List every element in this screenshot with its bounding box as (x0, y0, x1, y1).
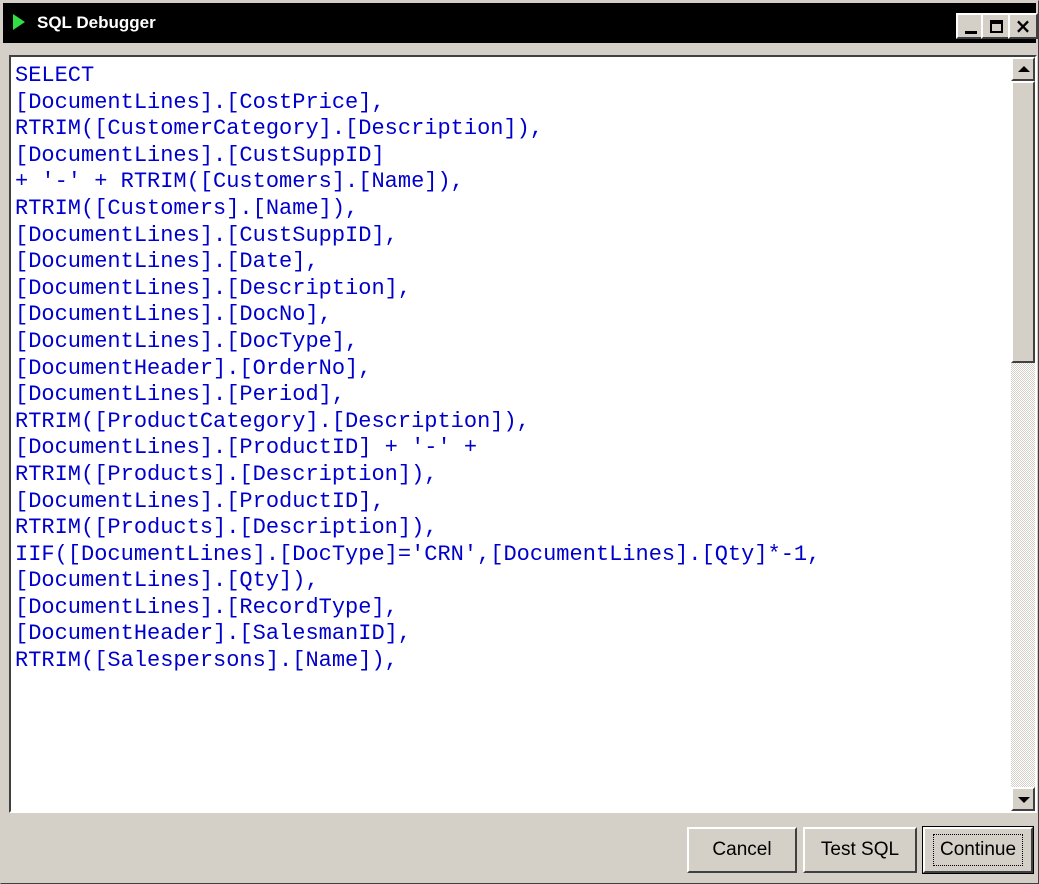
sql-line: RTRIM([Salespersons].[Name]), (15, 648, 398, 674)
play-icon (13, 14, 25, 30)
sql-line: SELECT (15, 63, 95, 88)
sql-line: [DocumentLines].[ProductID] + '-' + (15, 435, 478, 461)
sql-line: [DocumentLines].[DocNo], (15, 302, 332, 328)
sql-line: [DocumentLines].[CustSuppID], (15, 222, 398, 248)
sql-line: RTRIM([Products].[Description]), (15, 461, 438, 487)
sql-line: [DocumentLines].[CustSuppID] (15, 142, 385, 168)
continue-button[interactable]: Continue (922, 826, 1034, 874)
sql-line: [DocumentLines].[Description], (15, 275, 412, 301)
scrollbar-thumb[interactable] (1011, 81, 1035, 363)
arrow-up-icon (1018, 66, 1030, 72)
sql-line: [DocumentLines].[Qty]), (15, 568, 319, 594)
sql-line: [DocumentLines].[ProductID], (15, 488, 385, 514)
sql-debugger-window: SQL Debugger × SELECT [DocumentLines].[Co… (0, 0, 1039, 884)
window-title: SQL Debugger (37, 13, 156, 32)
sql-line: [DocumentLines].[CostPrice], (15, 89, 385, 115)
sql-line: [DocumentHeader].[OrderNo], (15, 355, 372, 381)
sql-line: [DocumentLines].[DocType], (15, 328, 359, 354)
minimize-icon (965, 30, 977, 34)
close-button[interactable]: × (1008, 13, 1038, 39)
sql-line: RTRIM([CustomerCategory].[Description]), (15, 116, 544, 142)
sql-editor[interactable]: SELECT [DocumentLines].[CostPrice], RTRIM(… (9, 55, 1037, 813)
sql-line: RTRIM([Customers].[Name]), (15, 195, 359, 221)
maximize-button[interactable] (981, 13, 1011, 39)
sql-line: IIF([DocumentLines].[DocType]='CRN',[Doc… (15, 541, 821, 567)
title-bar[interactable]: SQL Debugger × (3, 3, 1038, 43)
maximize-icon (989, 19, 1003, 33)
close-icon: × (1014, 14, 1032, 38)
sql-line: RTRIM([ProductCategory].[Description]), (15, 408, 530, 434)
cancel-button[interactable]: Cancel (687, 827, 797, 873)
sql-line: [DocumentLines].[RecordType], (15, 594, 398, 620)
sql-line: + '-' + RTRIM([Customers].[Name]), (15, 169, 464, 195)
arrow-down-icon (1018, 797, 1030, 803)
continue-button-label: Continue (932, 834, 1024, 866)
sql-line: [DocumentLines].[Period], (15, 382, 346, 408)
sql-line: [DocumentLines].[Date], (15, 249, 319, 275)
scroll-down-button[interactable] (1011, 787, 1035, 811)
vertical-scrollbar[interactable] (1011, 57, 1035, 811)
sql-line: RTRIM([Products].[Description]), (15, 515, 438, 541)
test-sql-button[interactable]: Test SQL (803, 827, 917, 873)
sql-line: [DocumentHeader].[SalesmanID], (15, 621, 412, 647)
sql-text[interactable]: SELECT [DocumentLines].[CostPrice], RTRIM(… (15, 63, 1005, 675)
scroll-up-button[interactable] (1011, 57, 1035, 81)
